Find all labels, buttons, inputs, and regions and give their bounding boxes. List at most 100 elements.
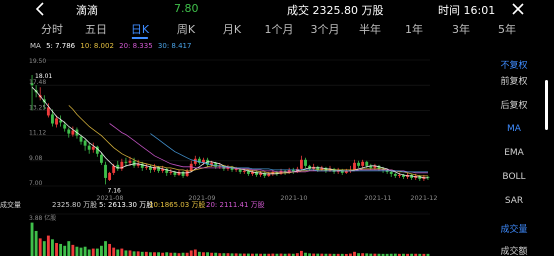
candle-body [144, 166, 148, 168]
candle-body [100, 154, 103, 163]
volume-title: 成交量 [0, 200, 21, 209]
candle-body [55, 118, 58, 125]
ma10-value: 10: 8.002 [80, 42, 114, 50]
tab-5-year[interactable]: 5年 [498, 21, 516, 37]
stock-name: 滴滴 [76, 4, 98, 17]
candle-body [357, 162, 360, 166]
close-icon[interactable] [510, 1, 526, 17]
volume-ma10: 10:1865.03 万股 [149, 201, 205, 209]
tab-3-month[interactable]: 3个月 [311, 21, 340, 37]
volume-bar [153, 252, 156, 256]
volume-bar [59, 243, 63, 256]
tab-1-month[interactable]: 1个月 [265, 21, 294, 37]
volume-bar [51, 239, 54, 256]
candle-body [91, 146, 95, 150]
volume-bar [124, 250, 128, 256]
volume-bar [132, 251, 136, 256]
volume-bar [165, 252, 169, 256]
volume-bar [193, 249, 197, 256]
candle-body [169, 171, 173, 173]
tab-monthly-k[interactable]: 月K [223, 21, 241, 37]
back-arrow-icon[interactable] [34, 0, 48, 18]
volume-ma5: 5: 2613.30 万股 [99, 201, 153, 209]
volume-bar [83, 246, 87, 256]
volume-bar [46, 235, 50, 256]
tab-intraday[interactable]: 分时 [41, 21, 63, 37]
volume-bar [30, 222, 34, 256]
tab-five-day[interactable]: 五日 [85, 21, 107, 37]
sidebar-item-sar[interactable]: SAR [494, 196, 534, 206]
candle-body [104, 164, 107, 178]
volume-bar [120, 248, 124, 256]
volume-bar [108, 243, 112, 256]
candle-body [393, 173, 397, 176]
volume-bar [189, 250, 193, 256]
candle-body [67, 129, 71, 134]
volume-total: 2325.80 万股 [52, 201, 97, 209]
sidebar-item-no-adjust[interactable]: 不复权 [494, 58, 534, 71]
volume-bar [55, 243, 58, 256]
candle-body [132, 160, 136, 166]
price-axis-label: 9.08 [29, 155, 43, 162]
volume-bar [100, 245, 103, 256]
volume-bar [67, 241, 71, 256]
candle-body [59, 120, 63, 123]
volume-bar [116, 249, 120, 256]
volume-bar [300, 250, 303, 256]
volume-bar [71, 244, 75, 256]
price-axis-label: 7.00 [29, 180, 43, 187]
sidebar-item-volume[interactable]: 成交量 [494, 222, 534, 235]
volume-bar [104, 241, 107, 256]
high-price-marker: 18.01 [35, 73, 52, 80]
kline-chart[interactable]: 19.5017.4813.2511.129.087.0018.017.16202… [0, 50, 440, 256]
tab-1-year[interactable]: 1年 [405, 21, 423, 37]
candle-body [300, 159, 303, 169]
volume-ma20: 20: 2111.41 万股 [206, 201, 265, 209]
ma5-value: 5: 7.786 [46, 42, 76, 50]
active-tab-indicator [132, 37, 148, 39]
volume-bar [148, 252, 152, 256]
sidebar-item-ma[interactable]: MA [494, 124, 534, 134]
candle-body [365, 161, 369, 166]
tab-daily-k[interactable]: 日K [131, 21, 149, 39]
candle-body [124, 161, 128, 163]
volume-bar [112, 247, 116, 256]
sidebar-item-forward-adjust[interactable]: 前复权 [494, 74, 534, 87]
axis-labels: 19.5017.4813.2511.129.087.0018.017.16202… [29, 58, 438, 202]
volume-bar [87, 249, 91, 256]
tab-weekly-k[interactable]: 周K [177, 21, 195, 37]
ma-label: MA [30, 42, 41, 50]
volume-bar [136, 251, 140, 256]
sidebar-item-turnover[interactable]: 成交额 [494, 244, 534, 256]
period-tabs: 分时 五日 日K 周K 月K 1个月 3个月 半年 1年 3年 5年 [0, 18, 554, 39]
date-axis-label: 2021-11 [364, 194, 391, 202]
time-label: 时间 16:01 [438, 4, 496, 17]
candle-body [87, 145, 91, 150]
candle-body [71, 130, 75, 135]
volume-bar [91, 248, 95, 256]
price-axis-label: 13.25 [29, 104, 46, 111]
volume-bar [144, 251, 148, 256]
candle-body [46, 107, 50, 116]
volume-bar [38, 238, 42, 256]
candle-body [181, 171, 185, 176]
tab-3-year[interactable]: 3年 [452, 21, 470, 37]
ma20-line [109, 123, 428, 174]
sidebar-item-ema[interactable]: EMA [494, 148, 534, 158]
volume-bar [202, 252, 205, 256]
volume-bar [95, 248, 99, 256]
sidebar-item-backward-adjust[interactable]: 后复权 [494, 98, 534, 111]
tab-half-year[interactable]: 半年 [359, 21, 381, 37]
candle-body [51, 114, 54, 124]
candle-body [304, 159, 307, 166]
ma5-line [31, 86, 428, 179]
moving-average-lines [31, 86, 428, 179]
sidebar-item-boll[interactable]: BOLL [494, 172, 534, 182]
candle-body [63, 124, 67, 129]
volume-panel: 成交量 2325.80 万股 5: 2613.30 万股10:1865.03 万股 2… [0, 200, 430, 256]
price-axis-label: 11.12 [29, 130, 46, 137]
volume-bar [63, 245, 67, 256]
sidebar-scrollbar[interactable] [545, 80, 548, 130]
ma-legend: MA 5: 7.786 10: 8.002 20: 8.335 30: 8.41… [30, 42, 194, 50]
ma20-value: 20: 8.335 [119, 42, 153, 50]
